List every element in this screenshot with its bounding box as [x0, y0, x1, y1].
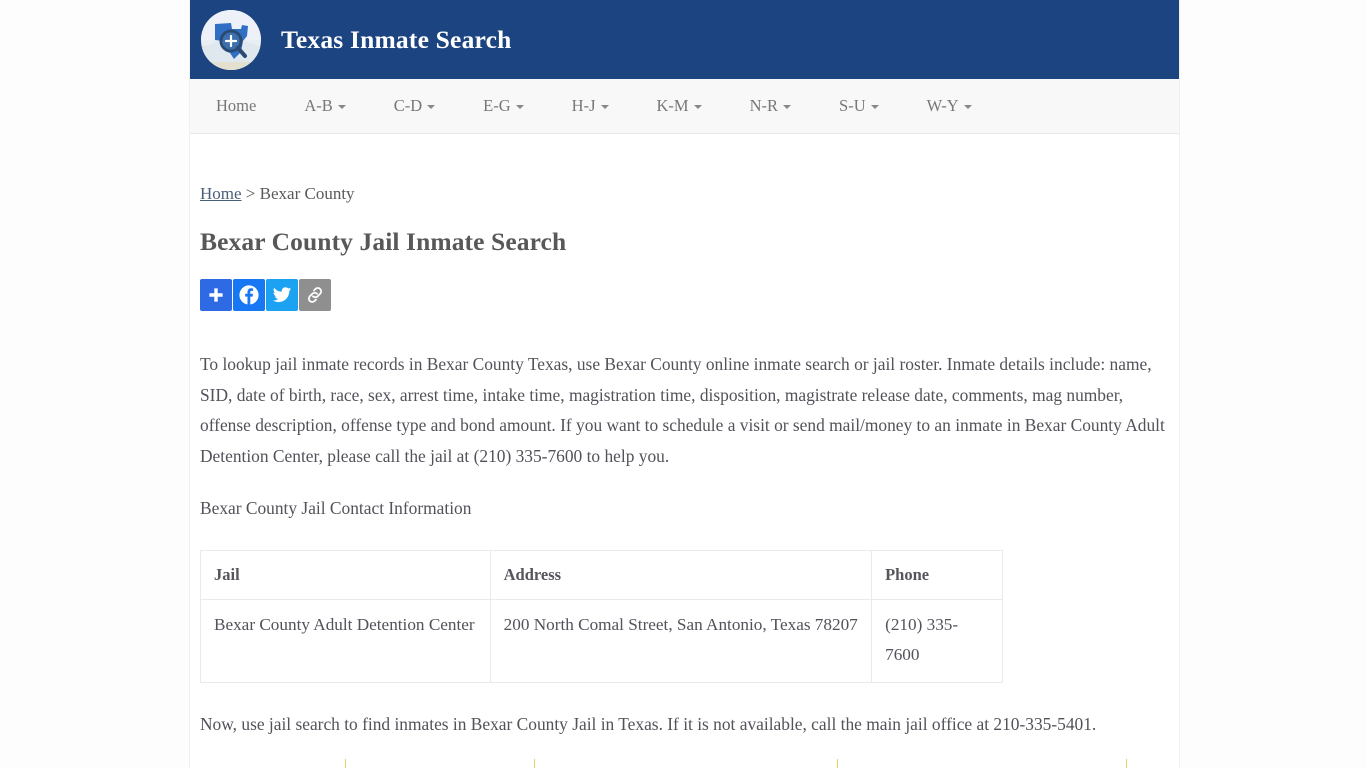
table-header-row: Jail Address Phone: [200, 549, 1003, 600]
nav-item-h-j[interactable]: H-J: [572, 96, 609, 116]
nav-label: Home: [216, 96, 257, 115]
right-gutter: [1180, 0, 1366, 768]
chevron-down-icon: [337, 105, 346, 110]
nav-item-s-u[interactable]: S-U: [839, 96, 879, 116]
column-header-jail: Jail: [200, 549, 491, 600]
main-navigation: Home A-B C-D E-G H-J K-M N-R S-U W-Y: [190, 79, 1179, 134]
page-container: Texas Inmate Search Home A-B C-D E-G H-J…: [189, 0, 1180, 768]
nav-item-a-b[interactable]: A-B: [304, 96, 346, 116]
chevron-down-icon: [870, 105, 879, 110]
link-chain-icon: [308, 287, 322, 303]
facebook-share-button[interactable]: [233, 279, 265, 311]
breadcrumb-separator: >: [241, 184, 260, 203]
table-row: Bexar County Adult Detention Center 200 …: [200, 598, 1003, 683]
chevron-down-icon: [783, 105, 792, 110]
cell-jail-name: Bexar County Adult Detention Center: [200, 598, 491, 683]
nav-label: E-G: [483, 96, 511, 115]
nav-label: H-J: [571, 96, 596, 115]
nav-label: K-M: [656, 96, 689, 115]
nav-label: W-Y: [926, 96, 959, 115]
nav-item-e-g[interactable]: E-G: [483, 96, 524, 116]
site-title: Texas Inmate Search: [281, 24, 512, 54]
share-buttons: [200, 279, 1169, 311]
twitter-share-button[interactable]: [266, 279, 298, 311]
cell-phone: (210) 335-7600: [871, 598, 1003, 683]
tick-mark: [837, 759, 838, 768]
tick-mark: [345, 759, 346, 768]
page-root: Texas Inmate Search Home A-B C-D E-G H-J…: [0, 0, 1366, 768]
chevron-down-icon: [693, 105, 702, 110]
copy-link-button[interactable]: [299, 279, 331, 311]
nav-item-n-r[interactable]: N-R: [749, 96, 792, 116]
chevron-down-icon: [427, 105, 436, 110]
nav-label: C-D: [393, 96, 423, 115]
facebook-icon: [239, 285, 259, 306]
nav-item-c-d[interactable]: C-D: [393, 96, 436, 116]
cell-address: 200 North Comal Street, San Antonio, Tex…: [489, 598, 873, 683]
chevron-down-icon: [515, 105, 524, 110]
column-header-phone: Phone: [871, 549, 1003, 600]
nav-item-k-m[interactable]: K-M: [657, 96, 702, 116]
jail-contact-table: Jail Address Phone Bexar County Adult De…: [200, 549, 1003, 683]
left-gutter: [0, 0, 189, 768]
cutoff-element-ticks: [189, 758, 1180, 768]
tick-mark: [1126, 759, 1127, 768]
nav-label: N-R: [749, 96, 779, 115]
page-title: Bexar County Jail Inmate Search: [200, 227, 567, 256]
tick-mark: [534, 759, 535, 768]
breadcrumb: Home > Bexar County: [200, 184, 1169, 204]
nav-label: A-B: [304, 96, 333, 115]
texas-magnifier-logo[interactable]: [201, 9, 261, 70]
breadcrumb-link-home[interactable]: Home: [200, 184, 242, 203]
nav-label: S-U: [839, 96, 866, 115]
breadcrumb-current: Bexar County: [259, 184, 355, 203]
texas-state-shape-icon: [215, 22, 248, 59]
main-content: Home > Bexar County Bexar County Jail In…: [190, 184, 1179, 739]
contact-heading: Bexar County Jail Contact Information: [200, 498, 472, 518]
chevron-down-icon: [963, 105, 972, 110]
addthis-share-button[interactable]: [200, 279, 232, 311]
intro-paragraph: To lookup jail inmate records in Bexar C…: [200, 354, 1165, 466]
chevron-down-icon: [600, 105, 609, 110]
bottom-paragraph: Now, use jail search to find inmates in …: [200, 713, 1097, 734]
twitter-bird-icon: [272, 287, 292, 303]
site-header: Texas Inmate Search: [190, 0, 1179, 79]
column-header-address: Address: [489, 549, 873, 600]
plus-icon: [209, 288, 223, 302]
nav-item-home[interactable]: Home: [216, 96, 256, 116]
nav-item-w-y[interactable]: W-Y: [927, 96, 972, 116]
